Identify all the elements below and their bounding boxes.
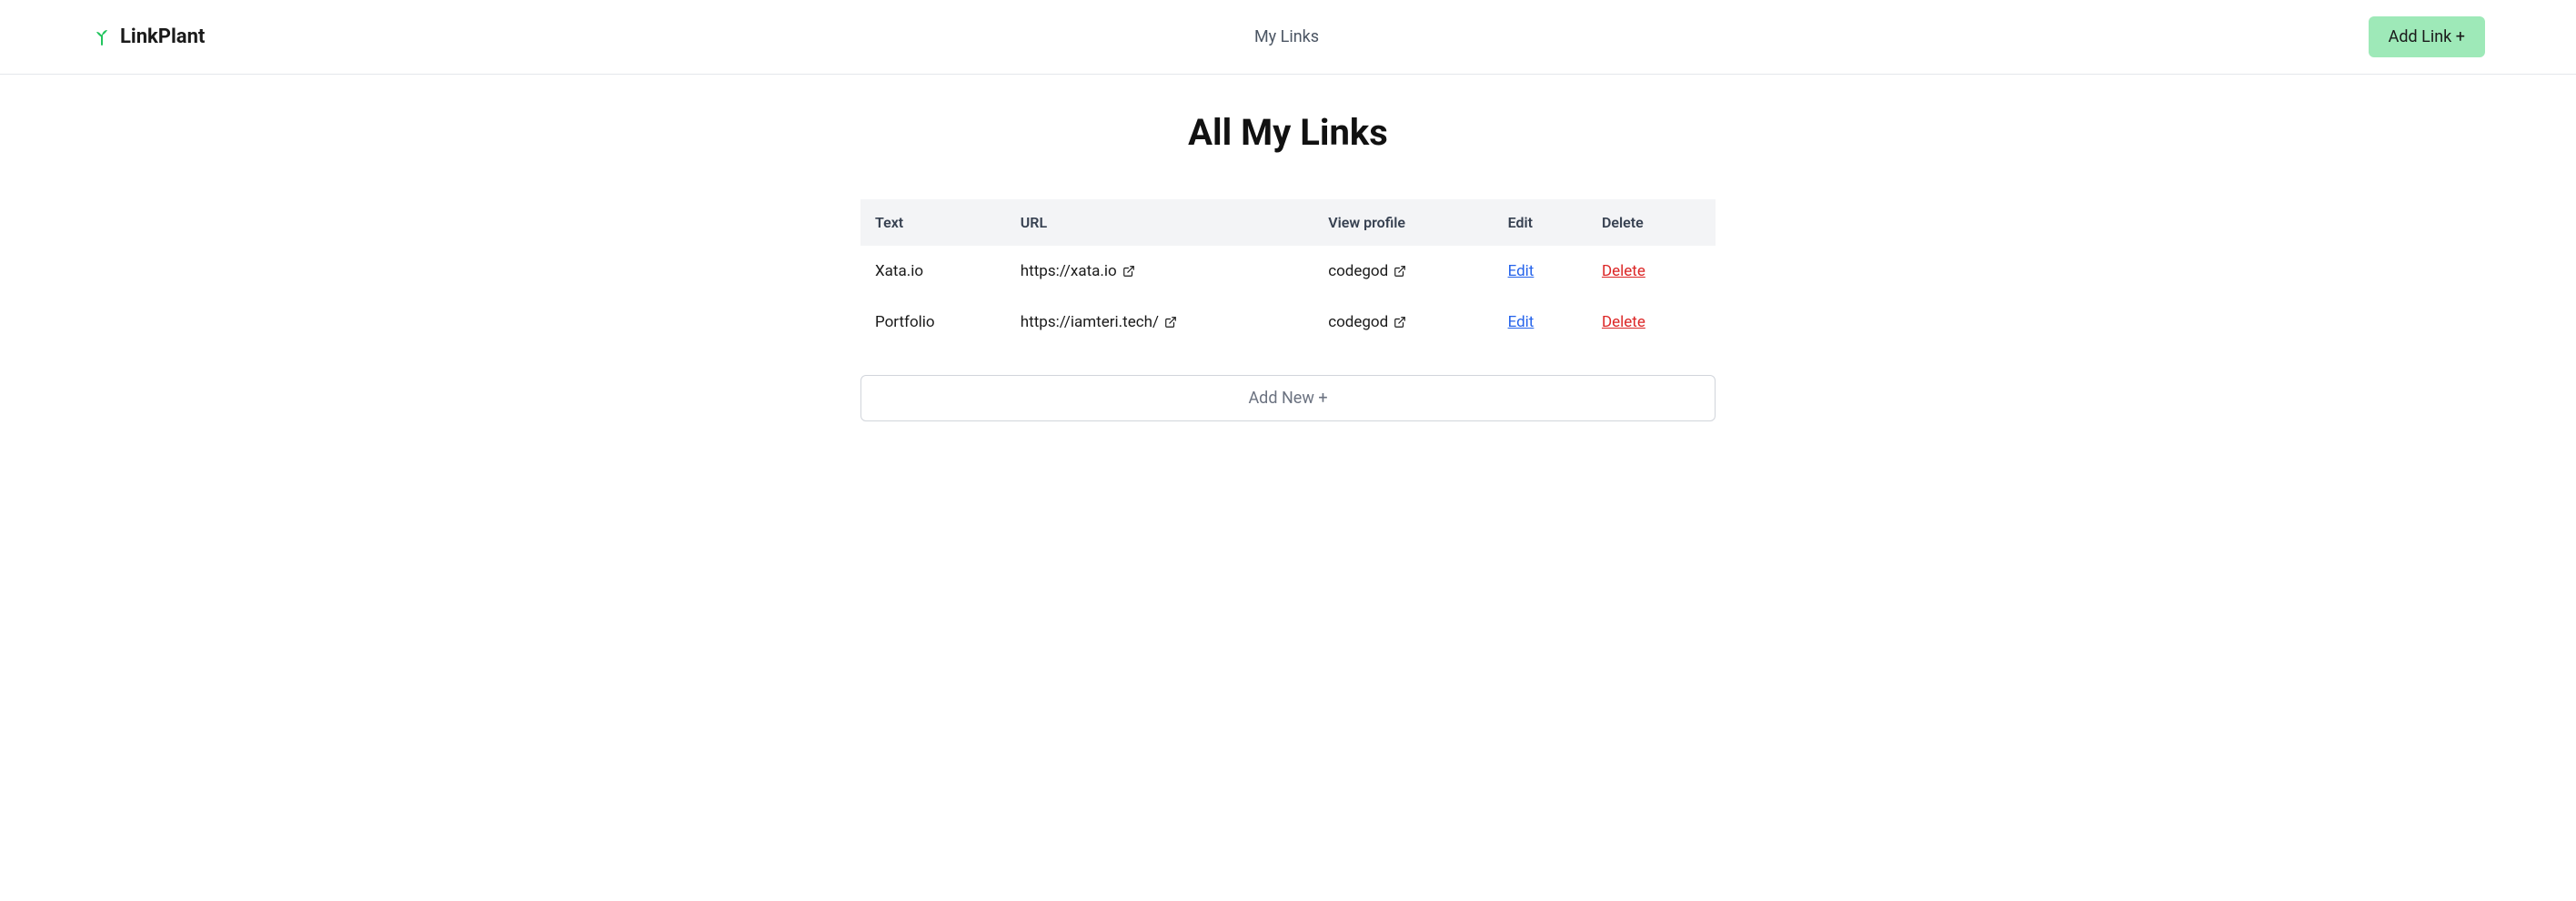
external-link-icon bbox=[1164, 316, 1177, 329]
table-row: Portfolio https://iamteri.tech/ bbox=[860, 297, 1716, 348]
url-link[interactable]: https://iamteri.tech/ bbox=[1021, 313, 1177, 331]
navbar: LinkPlant My Links Add Link + bbox=[0, 0, 2576, 75]
profile-text: codegod bbox=[1328, 262, 1388, 280]
profile-text: codegod bbox=[1328, 313, 1388, 331]
nav-link-mylinks[interactable]: My Links bbox=[1254, 27, 1319, 46]
header-delete: Delete bbox=[1587, 199, 1716, 246]
links-table: Text URL View profile Edit Delete Xata.i… bbox=[860, 199, 1716, 348]
page-title: All My Links bbox=[860, 111, 1716, 154]
brand[interactable]: LinkPlant bbox=[91, 25, 205, 48]
header-edit: Edit bbox=[1494, 199, 1587, 246]
header-profile: View profile bbox=[1313, 199, 1493, 246]
profile-link[interactable]: codegod bbox=[1328, 313, 1406, 331]
external-link-icon bbox=[1394, 316, 1406, 329]
delete-link[interactable]: Delete bbox=[1602, 262, 1645, 280]
table-header-row: Text URL View profile Edit Delete bbox=[860, 199, 1716, 246]
edit-link[interactable]: Edit bbox=[1508, 262, 1535, 280]
edit-link[interactable]: Edit bbox=[1508, 313, 1535, 331]
header-url: URL bbox=[1006, 199, 1313, 246]
external-link-icon bbox=[1394, 265, 1406, 278]
url-text: https://xata.io bbox=[1021, 262, 1117, 280]
table-row: Xata.io https://xata.io bbox=[860, 246, 1716, 297]
url-link[interactable]: https://xata.io bbox=[1021, 262, 1135, 280]
header-text: Text bbox=[860, 199, 1006, 246]
delete-link[interactable]: Delete bbox=[1602, 313, 1645, 331]
cell-text: Xata.io bbox=[860, 246, 1006, 297]
cell-text: Portfolio bbox=[860, 297, 1006, 348]
brand-name: LinkPlant bbox=[120, 25, 205, 48]
url-text: https://iamteri.tech/ bbox=[1021, 313, 1159, 331]
main-content: All My Links Text URL View profile Edit … bbox=[842, 75, 1734, 458]
external-link-icon bbox=[1122, 265, 1135, 278]
add-link-button[interactable]: Add Link + bbox=[2369, 16, 2485, 57]
add-new-button[interactable]: Add New + bbox=[860, 375, 1716, 421]
seedling-icon bbox=[91, 26, 113, 48]
profile-link[interactable]: codegod bbox=[1328, 262, 1406, 280]
